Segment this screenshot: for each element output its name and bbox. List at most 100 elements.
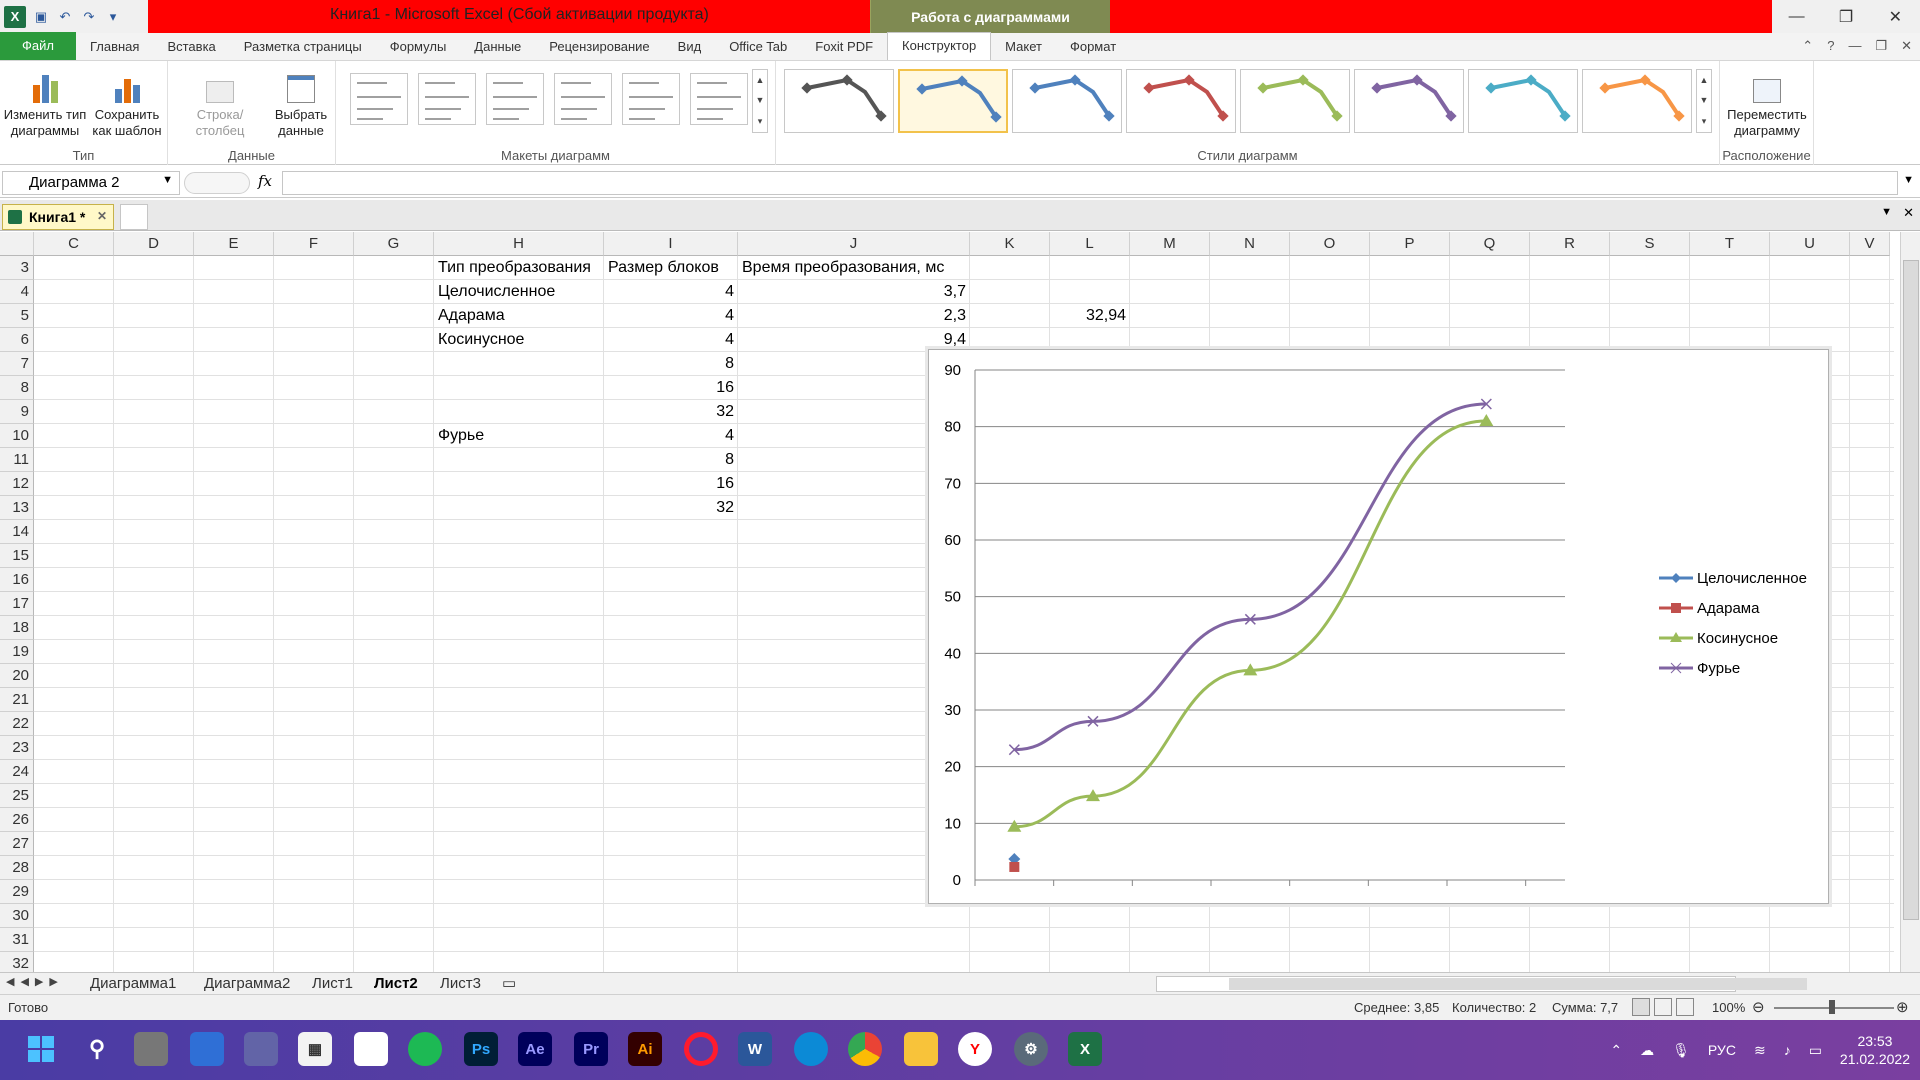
ribbon-tab-11[interactable]: Макет (991, 34, 1056, 60)
workbook-close-icon[interactable]: ✕ (1901, 38, 1912, 54)
chart-style-7[interactable] (1468, 69, 1578, 133)
file-icon[interactable] (354, 1032, 388, 1066)
excel-app-icon[interactable]: X (4, 5, 26, 28)
chart-layout-2[interactable] (418, 73, 476, 125)
sheet-tab-2[interactable]: Диаграмма2 (204, 974, 290, 994)
horizontal-scrollbar[interactable] (1156, 976, 1807, 992)
row-header-30[interactable]: 30 (0, 904, 34, 928)
row-header-12[interactable]: 12 (0, 472, 34, 496)
workbook-minimize-icon[interactable]: — (1848, 38, 1861, 54)
column-header-H[interactable]: H (434, 232, 604, 256)
chrome-icon[interactable] (848, 1032, 882, 1066)
style-gallery-scroll[interactable]: ▲ ▼ ▾ (1696, 69, 1712, 133)
row-header-22[interactable]: 22 (0, 712, 34, 736)
column-header-S[interactable]: S (1610, 232, 1690, 256)
cell-H3[interactable]: Тип преобразования (434, 256, 604, 280)
row-header-4[interactable]: 4 (0, 280, 34, 304)
cell-I4[interactable]: 4 (604, 280, 738, 304)
yandex-browser-icon[interactable]: Y (958, 1032, 992, 1066)
column-header-R[interactable]: R (1530, 232, 1610, 256)
cell-H10[interactable]: Фурье (434, 424, 604, 448)
ribbon-tab-3[interactable]: Разметка страницы (230, 34, 376, 60)
chart-layout-1[interactable] (350, 73, 408, 125)
close-all-tabs-icon[interactable]: ✕ (1903, 205, 1914, 221)
formula-bar-handle[interactable] (184, 172, 250, 194)
row-header-20[interactable]: 20 (0, 664, 34, 688)
select-all-corner[interactable] (0, 232, 34, 256)
chart-layout-5[interactable] (622, 73, 680, 125)
row-header-14[interactable]: 14 (0, 520, 34, 544)
column-header-U[interactable]: U (1770, 232, 1850, 256)
column-header-C[interactable]: C (34, 232, 114, 256)
row-header-3[interactable]: 3 (0, 256, 34, 280)
formula-input[interactable] (282, 171, 1898, 195)
chart-style-1[interactable] (784, 69, 894, 133)
zoom-in-icon[interactable]: ⊕ (1896, 998, 1909, 1016)
column-header-V[interactable]: V (1850, 232, 1890, 256)
row-header-17[interactable]: 17 (0, 592, 34, 616)
name-box-dropdown-icon[interactable]: ▼ (162, 174, 173, 186)
start-icon[interactable] (24, 1032, 58, 1066)
row-header-27[interactable]: 27 (0, 832, 34, 856)
cell-I9[interactable]: 32 (604, 400, 738, 424)
save-icon[interactable]: ▣ (32, 8, 50, 26)
vertical-scroll-thumb[interactable] (1903, 260, 1919, 920)
column-header-D[interactable]: D (114, 232, 194, 256)
premiere-icon[interactable]: Pr (574, 1032, 608, 1066)
illustrator-icon[interactable]: Ai (628, 1032, 662, 1066)
chart-style-3[interactable] (1012, 69, 1122, 133)
clock[interactable]: 23:53 21.02.2022 (1840, 1032, 1910, 1068)
column-header-T[interactable]: T (1690, 232, 1770, 256)
cell-I13[interactable]: 32 (604, 496, 738, 520)
row-header-26[interactable]: 26 (0, 808, 34, 832)
cell-I6[interactable]: 4 (604, 328, 738, 352)
close-icon[interactable]: ✕ (1871, 0, 1920, 33)
chart-style-8[interactable] (1582, 69, 1692, 133)
undo-icon[interactable]: ↶ (56, 8, 74, 26)
ribbon-tab-5[interactable]: Данные (460, 34, 535, 60)
cell-I7[interactable]: 8 (604, 352, 738, 376)
row-header-25[interactable]: 25 (0, 784, 34, 808)
row-header-13[interactable]: 13 (0, 496, 34, 520)
ribbon-tab-10[interactable]: Конструктор (887, 32, 992, 60)
switch-row-column-button[interactable]: Строка/столбец (174, 65, 266, 139)
after-effects-icon[interactable]: Ae (518, 1032, 552, 1066)
wifi-icon[interactable]: ≋ (1754, 1042, 1766, 1059)
cell-J4[interactable]: 3,7 (738, 280, 970, 304)
ribbon-tab-12[interactable]: Формат (1056, 34, 1130, 60)
opera-icon[interactable] (684, 1032, 718, 1066)
sheet-tab-3[interactable]: Лист1 (312, 974, 353, 994)
column-header-M[interactable]: M (1130, 232, 1210, 256)
row-header-16[interactable]: 16 (0, 568, 34, 592)
name-box[interactable]: Диаграмма 2 ▼ (2, 171, 180, 195)
insert-sheet-icon[interactable]: ▭ (502, 974, 516, 994)
row-header-5[interactable]: 5 (0, 304, 34, 328)
ribbon-tab-7[interactable]: Вид (664, 34, 716, 60)
cell-I12[interactable]: 16 (604, 472, 738, 496)
chart-layout-4[interactable] (554, 73, 612, 125)
workbook-restore-icon[interactable]: ❐ (1875, 38, 1887, 54)
zoom-out-icon[interactable]: ⊖ (1752, 998, 1765, 1016)
search-icon[interactable]: ⚲ (80, 1032, 114, 1066)
column-header-I[interactable]: I (604, 232, 738, 256)
customize-qat-icon[interactable]: ▾ (104, 8, 122, 26)
column-header-N[interactable]: N (1210, 232, 1290, 256)
row-header-21[interactable]: 21 (0, 688, 34, 712)
chart-style-2[interactable] (898, 69, 1008, 133)
cell-I3[interactable]: Размер блоков (604, 256, 738, 280)
normal-view-icon[interactable] (1632, 998, 1650, 1016)
save-as-template-button[interactable]: Сохранить как шаблон (88, 65, 166, 139)
row-header-10[interactable]: 10 (0, 424, 34, 448)
row-header-23[interactable]: 23 (0, 736, 34, 760)
ribbon-tab-9[interactable]: Foxit PDF (801, 34, 887, 60)
excel-taskbar-icon[interactable]: X (1068, 1032, 1102, 1066)
volume-icon[interactable]: ♪ (1784, 1042, 1791, 1058)
column-header-F[interactable]: F (274, 232, 354, 256)
ribbon-tab-1[interactable]: Главная (76, 34, 153, 60)
microphone-icon[interactable]: 🎙 (1672, 1042, 1690, 1059)
row-header-18[interactable]: 18 (0, 616, 34, 640)
tab-list-icon[interactable]: ▼ (1881, 206, 1892, 218)
teams-chat-icon[interactable] (244, 1032, 278, 1066)
word-icon[interactable]: W (738, 1032, 772, 1066)
battery-icon[interactable]: ▭ (1809, 1042, 1822, 1059)
